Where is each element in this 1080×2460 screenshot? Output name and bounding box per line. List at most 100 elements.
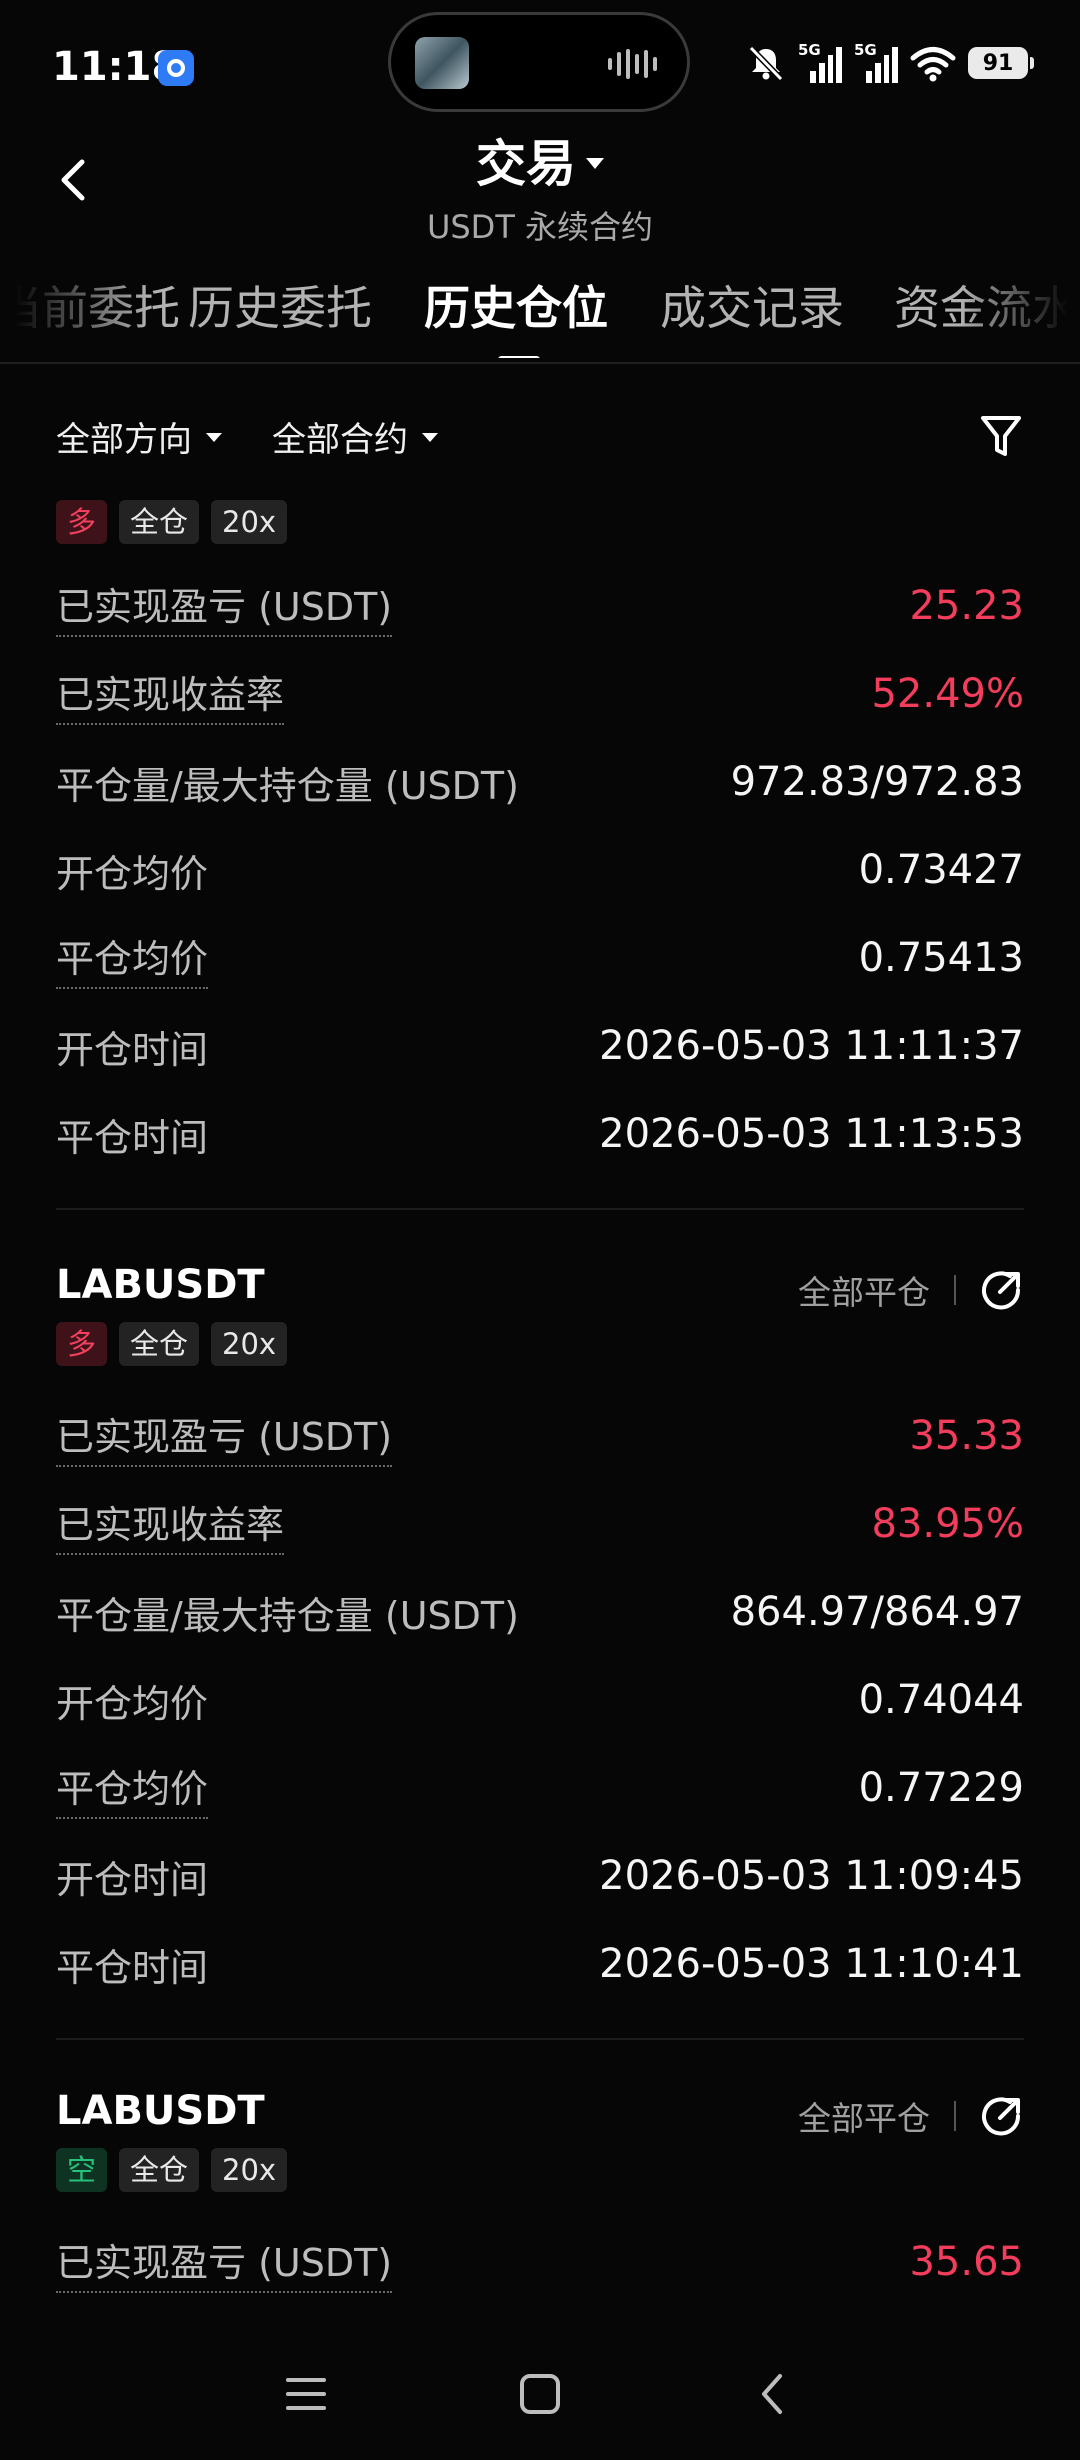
open-avg-value: 0.73427 [858,847,1024,893]
close-avg-row: 平仓均价 0.75413 [56,914,1024,1002]
system-nav-bar [0,2330,1080,2460]
home-square-icon [520,2374,560,2414]
funnel-filter-icon[interactable] [978,412,1024,462]
roi-row: 已实现收益率 83.95% [56,1480,1024,1568]
close-time-label: 平仓时间 [56,1945,209,1990]
position-card[interactable]: 多 全仓 20x 已实现盈亏 (USDT) 25.23 已实现收益率 52.49… [56,500,1024,1210]
filter-bar: 全部方向 全部合约 [56,412,438,461]
pnl-value: 25.23 [909,583,1024,629]
pnl-row: 已实现盈亏 (USDT) 35.65 [56,2218,1024,2306]
tab-bar: 当前委托 历史委托 历史仓位 成交记录 资金流水 [0,262,1080,358]
quantity-label: 平仓量/最大持仓量 (USDT) [56,763,519,808]
open-time-value: 2026-05-03 11:09:45 [599,1853,1024,1899]
close-all-label: 全部平仓 [798,2099,930,2138]
margin-mode-badge: 全仓 [119,500,200,544]
pnl-label[interactable]: 已实现盈亏 (USDT) [56,1406,393,1467]
tab-position-history[interactable]: 历史仓位 [424,272,608,338]
contract-filter[interactable]: 全部合约 [272,412,438,461]
pnl-label[interactable]: 已实现盈亏 (USDT) [56,2232,393,2293]
quantity-label: 平仓量/最大持仓量 (USDT) [56,1593,519,1638]
back-nav-button[interactable] [744,2364,804,2424]
card-divider [56,2038,1024,2040]
contract-filter-label: 全部合约 [272,420,408,460]
close-time-row: 平仓时间 2026-05-03 11:13:53 [56,1090,1024,1178]
pnl-value: 35.65 [909,2239,1024,2285]
card-header: LABUSDT 全部平仓 [56,2088,1024,2148]
share-icon[interactable] [980,2094,1024,2138]
open-time-row: 开仓时间 2026-05-03 11:11:37 [56,1002,1024,1090]
app-notification-icon [158,50,194,86]
media-thumbnail [415,37,469,89]
status-bar: 11:18 5G 5G 91 [0,0,1080,130]
dynamic-island[interactable] [388,12,690,112]
close-time-row: 平仓时间 2026-05-03 11:10:41 [56,1920,1024,2008]
bell-muted-icon [746,43,786,83]
roi-value: 83.95% [871,1501,1024,1547]
menu-nav-button[interactable] [276,2364,336,2424]
wifi-icon [910,43,956,83]
header: 交易 USDT 永续合约 [0,124,1080,248]
divider [954,2101,956,2131]
close-avg-label[interactable]: 平仓均价 [56,928,209,989]
roi-label[interactable]: 已实现收益率 [56,1494,285,1555]
quantity-value: 972.83/972.83 [730,759,1024,805]
home-nav-button[interactable] [510,2364,570,2424]
open-avg-label: 开仓均价 [56,851,209,896]
caret-down-icon [422,433,438,442]
open-avg-value: 0.74044 [858,1677,1024,1723]
divider [0,362,1080,364]
open-time-label: 开仓时间 [56,1027,209,1072]
open-avg-row: 开仓均价 0.74044 [56,1656,1024,1744]
tab-order-history[interactable]: 历史委托 [188,272,372,338]
caret-down-icon [586,157,604,169]
close-time-label: 平仓时间 [56,1115,209,1160]
divider [954,1275,956,1305]
battery-icon: 91 [968,47,1034,79]
open-avg-row: 开仓均价 0.73427 [56,826,1024,914]
direction-filter-label: 全部方向 [56,420,192,460]
quantity-row: 平仓量/最大持仓量 (USDT) 864.97/864.97 [56,1568,1024,1656]
card-actions: 全部平仓 [798,1262,1024,1318]
roi-label[interactable]: 已实现收益率 [56,664,285,725]
title-dropdown[interactable]: 交易 [476,124,604,196]
card-divider [56,1208,1024,1210]
roi-row: 已实现收益率 52.49% [56,650,1024,738]
pnl-label[interactable]: 已实现盈亏 (USDT) [56,576,393,637]
pnl-row: 已实现盈亏 (USDT) 25.23 [56,562,1024,650]
position-tags: 多 全仓 20x [56,500,1024,544]
position-tags: 空 全仓 20x [56,2148,1024,2192]
share-icon[interactable] [980,1268,1024,1312]
leverage-badge: 20x [211,1322,288,1366]
symbol-name: LABUSDT [56,2088,265,2134]
side-badge: 多 [56,500,108,544]
page-subtitle: USDT 永续合约 [426,208,654,246]
pnl-row: 已实现盈亏 (USDT) 35.33 [56,1392,1024,1480]
margin-mode-badge: 全仓 [119,2148,200,2192]
position-tags: 多 全仓 20x [56,1322,1024,1366]
quantity-value: 864.97/864.97 [730,1589,1024,1635]
card-header: LABUSDT 全部平仓 [56,1262,1024,1322]
tab-trade-history[interactable]: 成交记录 [660,272,844,338]
caret-down-icon [206,433,222,442]
side-badge: 多 [56,1322,108,1366]
active-tab-indicator [498,356,540,358]
close-avg-value: 0.77229 [858,1765,1024,1811]
audio-wave-icon [608,49,657,79]
direction-filter[interactable]: 全部方向 [56,412,222,461]
position-card[interactable]: LABUSDT 全部平仓 多 全仓 20x 已实现盈亏 (USDT) 35.33… [56,1262,1024,2040]
side-badge: 空 [56,2148,108,2192]
close-avg-label[interactable]: 平仓均价 [56,1758,209,1819]
open-avg-label: 开仓均价 [56,1681,209,1726]
close-avg-value: 0.75413 [858,935,1024,981]
network-type: 5G [798,41,821,59]
leverage-badge: 20x [211,2148,288,2192]
back-chevron-icon [762,2374,782,2414]
leverage-badge: 20x [211,500,288,544]
roi-value: 52.49% [871,671,1024,717]
position-card[interactable]: LABUSDT 全部平仓 空 全仓 20x 已实现盈亏 (USDT) 35.65 [56,2088,1024,2306]
close-time-value: 2026-05-03 11:10:41 [599,1941,1024,1987]
card-actions: 全部平仓 [798,2088,1024,2144]
network-type: 5G [854,41,877,59]
open-time-label: 开仓时间 [56,1857,209,1902]
quantity-row: 平仓量/最大持仓量 (USDT) 972.83/972.83 [56,738,1024,826]
